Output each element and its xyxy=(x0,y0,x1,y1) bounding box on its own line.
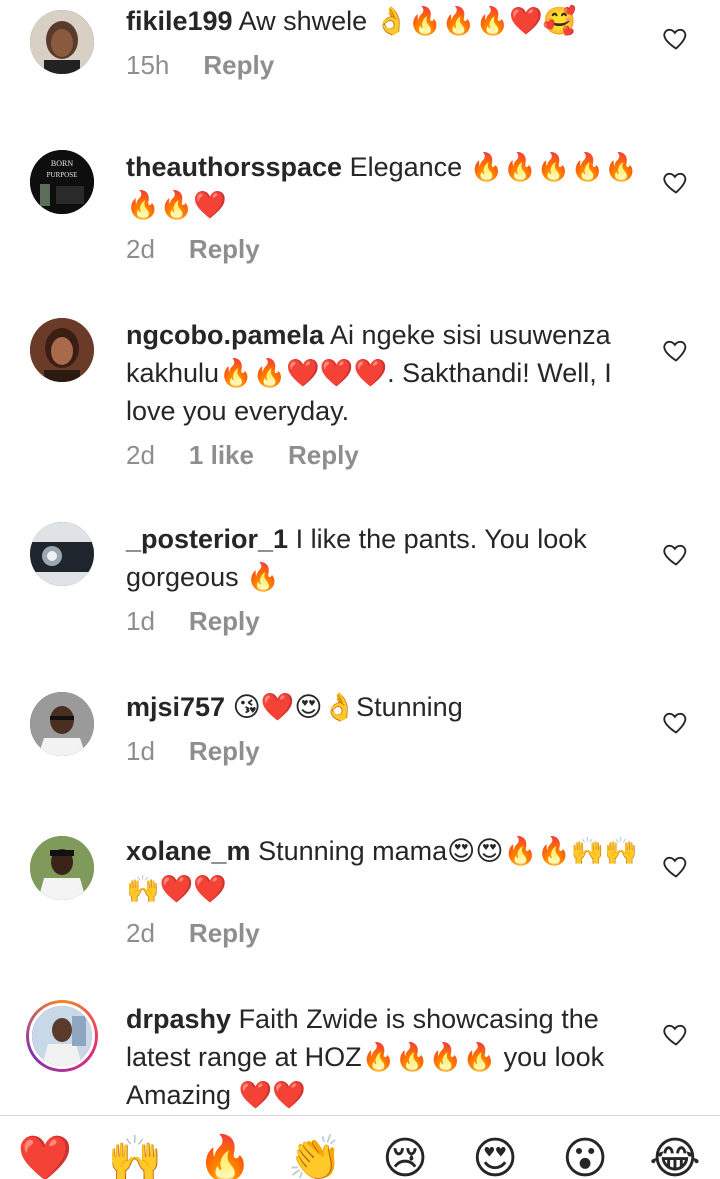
like-heart-icon[interactable] xyxy=(662,24,690,52)
comment-username[interactable]: xolane_m xyxy=(126,836,251,866)
comment-time: 2d xyxy=(126,234,155,264)
like-count[interactable]: 1 like xyxy=(189,440,254,471)
comment-text: _posterior_1 I like the pants. You look … xyxy=(126,520,646,596)
woman-portrait-avatar xyxy=(29,1003,95,1069)
reply-button[interactable]: Reply xyxy=(288,440,359,471)
comment-time: 1d xyxy=(126,606,155,636)
like-heart-icon[interactable] xyxy=(662,336,690,364)
comment-time: 15h xyxy=(126,50,170,80)
like-heart-icon[interactable] xyxy=(662,852,690,880)
like-heart-icon[interactable] xyxy=(662,1020,690,1048)
comment-text: fikile199 Aw shwele 👌🔥🔥🔥❤️🥰 xyxy=(126,2,646,40)
comment-username[interactable]: theauthorsspace xyxy=(126,152,342,182)
comment-text: drpashy Faith Zwide is showcasing the la… xyxy=(126,1000,646,1114)
comment-time: 2d xyxy=(126,918,155,948)
fire-icon[interactable]: 🔥 xyxy=(194,1134,256,1179)
comment-message: Aw shwele 👌🔥🔥🔥❤️🥰 xyxy=(238,6,577,36)
comment-time: 2d xyxy=(126,440,155,470)
born-for-purpose-logo-avatar[interactable]: BORN PURPOSE xyxy=(30,150,94,214)
comment-message: 😘❤️😍👌Stunning xyxy=(232,692,463,722)
heart-eyes-icon[interactable]: 😍 xyxy=(464,1134,526,1179)
reply-button[interactable]: Reply xyxy=(189,606,260,637)
like-heart-icon[interactable] xyxy=(662,168,690,196)
like-heart-icon[interactable] xyxy=(662,540,690,568)
reply-button[interactable]: Reply xyxy=(189,234,260,265)
surprised-face-icon[interactable]: 😮 xyxy=(554,1134,616,1179)
reply-button[interactable]: Reply xyxy=(189,918,260,949)
like-heart-icon[interactable] xyxy=(662,708,690,736)
woman-portrait-avatar[interactable] xyxy=(30,318,94,382)
comments-list: fikile199 Aw shwele 👌🔥🔥🔥❤️🥰 15h Reply BOR… xyxy=(0,0,720,1115)
comment-text: ngcobo.pamela Ai ngeke sisi usuwenza kak… xyxy=(126,316,646,430)
man-portrait-avatar[interactable] xyxy=(30,836,94,900)
story-ring-avatar[interactable] xyxy=(26,1000,98,1072)
comment-username[interactable]: ngcobo.pamela xyxy=(126,320,324,350)
raising-hands-icon[interactable]: 🙌 xyxy=(104,1134,166,1179)
reply-button[interactable]: Reply xyxy=(189,736,260,767)
comment-username[interactable]: drpashy xyxy=(126,1004,231,1034)
avatar-logo-text: PURPOSE xyxy=(47,171,78,179)
comment-text: xolane_m Stunning mama😍😍🔥🔥🙌🙌🙌❤️❤️ xyxy=(126,832,646,908)
comment-username[interactable]: mjsi757 xyxy=(126,692,225,722)
comment-username[interactable]: _posterior_1 xyxy=(126,524,288,554)
red-heart-icon[interactable]: ❤️ xyxy=(14,1134,76,1179)
car-headlight-avatar[interactable] xyxy=(30,522,94,586)
reply-button[interactable]: Reply xyxy=(203,50,274,81)
comment-text: mjsi757 😘❤️😍👌Stunning xyxy=(126,688,646,726)
comment-text: theauthorsspace Elegance 🔥🔥🔥🔥🔥🔥🔥❤️ xyxy=(126,148,646,224)
woman-portrait-avatar[interactable] xyxy=(30,10,94,74)
avatar-logo-text: BORN xyxy=(51,159,73,168)
tears-of-joy-icon[interactable]: 😂 xyxy=(644,1134,706,1179)
crying-face-icon[interactable]: 😢 xyxy=(374,1134,436,1179)
comment-username[interactable]: fikile199 xyxy=(126,6,233,36)
man-portrait-avatar[interactable] xyxy=(30,692,94,756)
clapping-hands-icon[interactable]: 👏 xyxy=(284,1134,346,1179)
comment-time: 1d xyxy=(126,736,155,766)
quick-reaction-bar: ❤️ 🙌 🔥 👏 😢 😍 😮 😂 xyxy=(0,1115,720,1179)
